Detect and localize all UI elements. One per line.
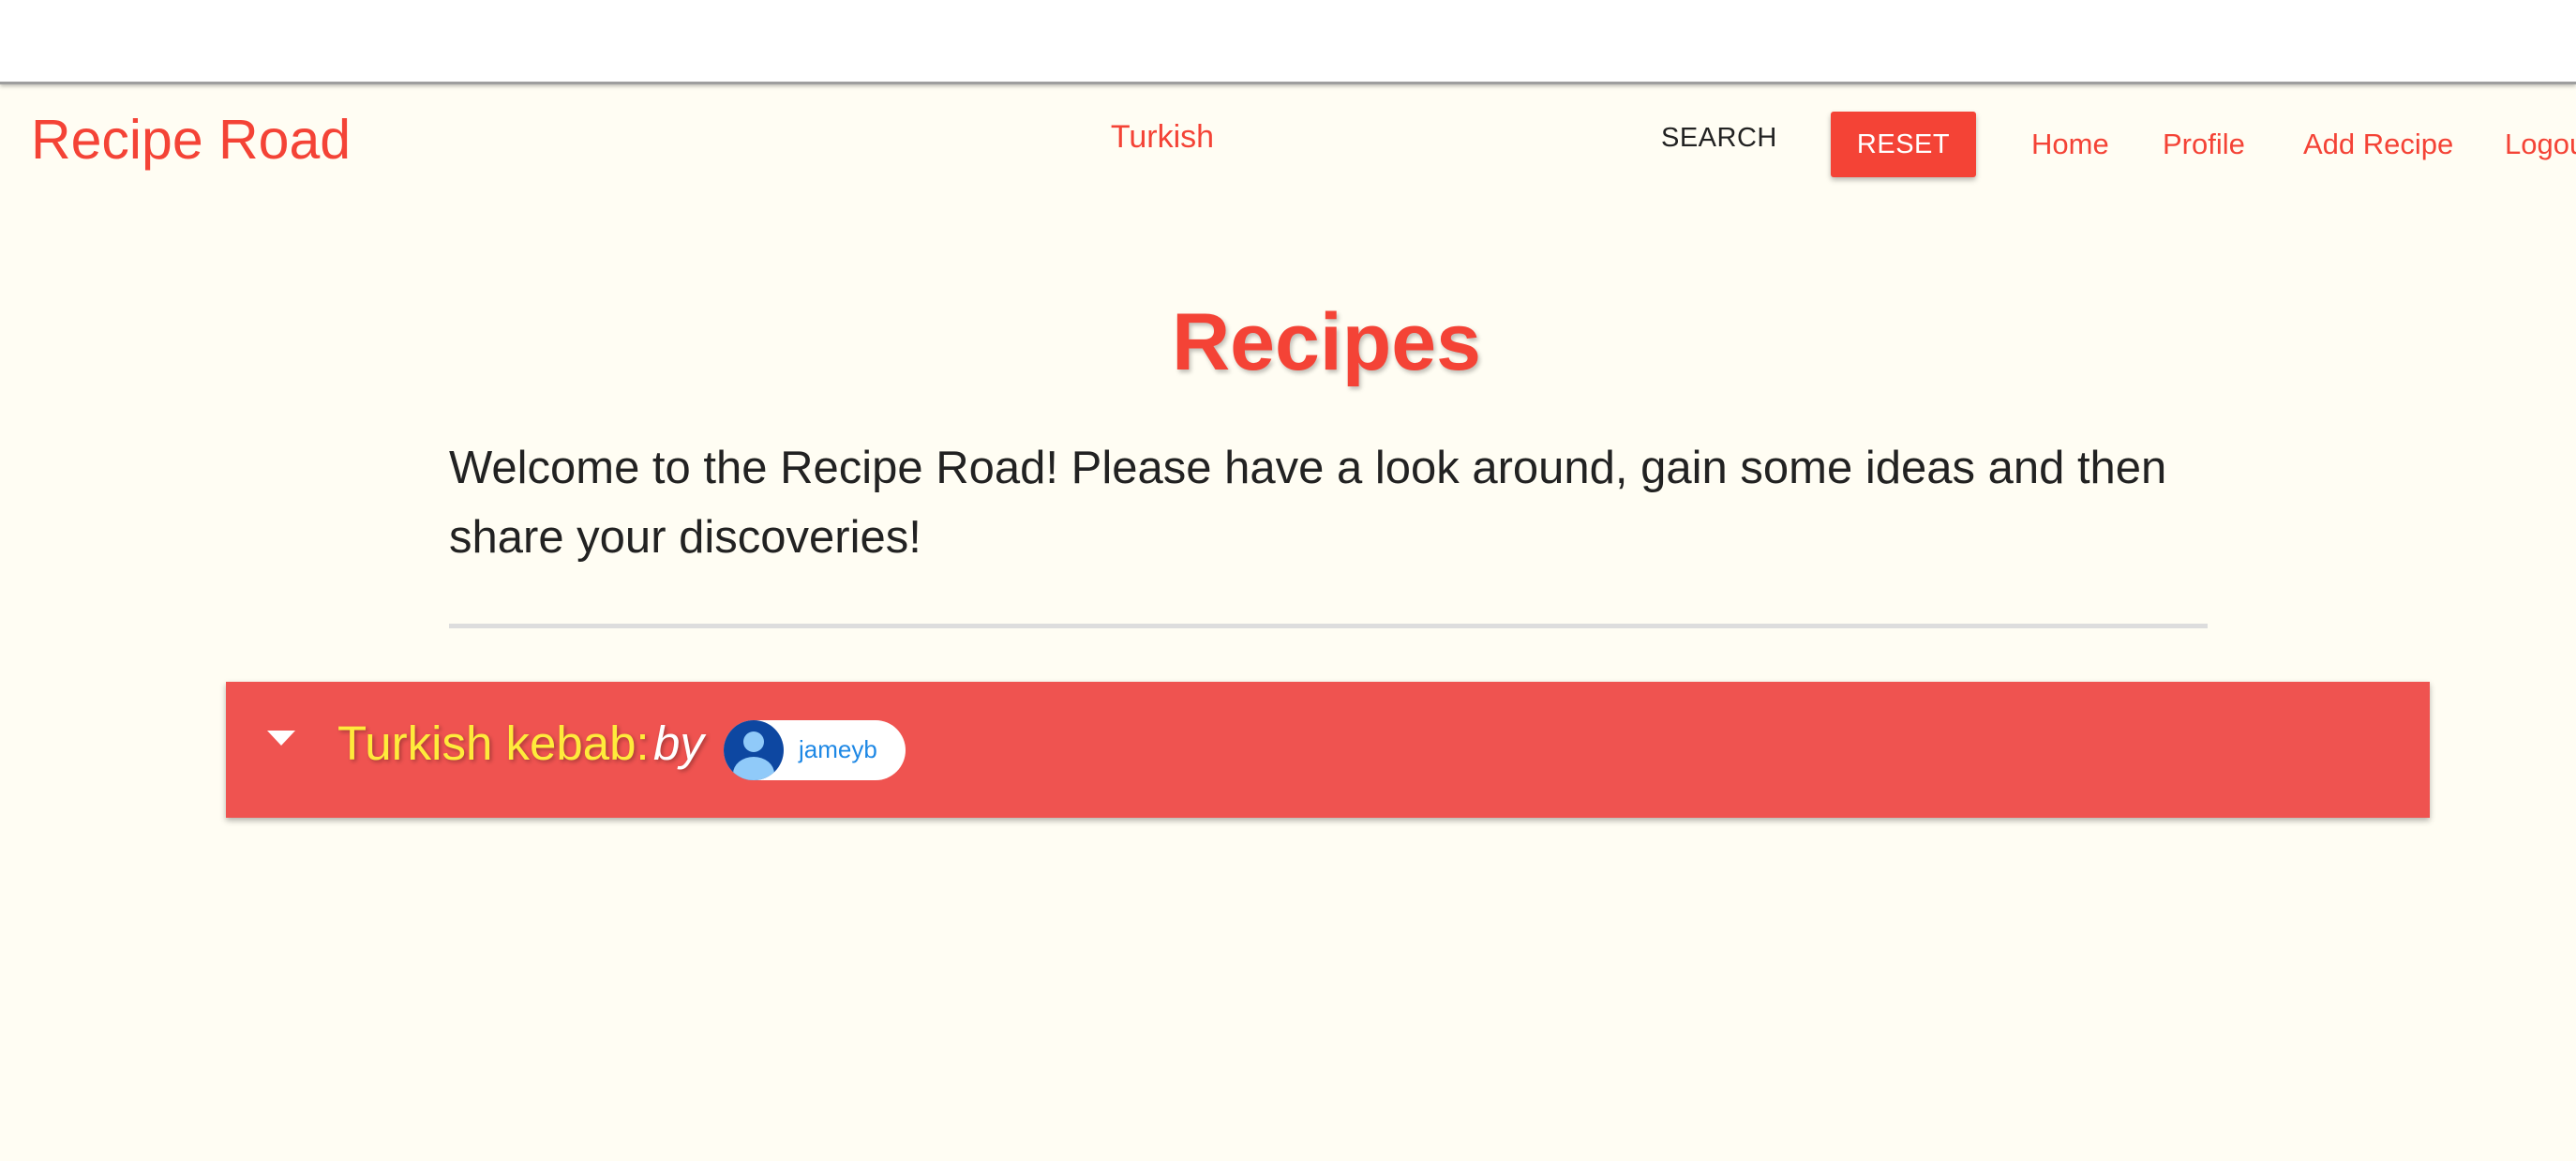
- divider: [449, 624, 2208, 628]
- recipe-title: Turkish kebab:: [337, 716, 650, 770]
- nav-link-add-recipe[interactable]: Add Recipe: [2303, 129, 2453, 158]
- nav-link-home[interactable]: Home: [2031, 129, 2109, 158]
- recipe-card-header[interactable]: Turkish kebab: by jameyb: [226, 682, 2430, 818]
- author-chip[interactable]: jameyb: [724, 720, 906, 780]
- navbar: Recipe Road SEARCH RESET Home Profile Ad…: [0, 84, 2576, 206]
- brand-logo-link[interactable]: Recipe Road: [31, 113, 351, 168]
- user-avatar-icon: [724, 720, 784, 780]
- caret-down-icon[interactable]: [267, 731, 295, 746]
- recipe-by-label: by: [653, 716, 704, 770]
- welcome-text: Welcome to the Recipe Road! Please have …: [449, 443, 2167, 563]
- search-button[interactable]: SEARCH: [1650, 115, 1789, 160]
- search-input[interactable]: [1012, 114, 1312, 159]
- browser-top-bar: [0, 0, 2576, 84]
- reset-button[interactable]: RESET: [1831, 112, 1976, 177]
- author-name[interactable]: jameyb: [799, 737, 877, 761]
- page-title: Recipes: [1172, 297, 1481, 387]
- nav-link-profile[interactable]: Profile: [2163, 129, 2245, 158]
- nav-link-logout[interactable]: Logout: [2505, 129, 2576, 158]
